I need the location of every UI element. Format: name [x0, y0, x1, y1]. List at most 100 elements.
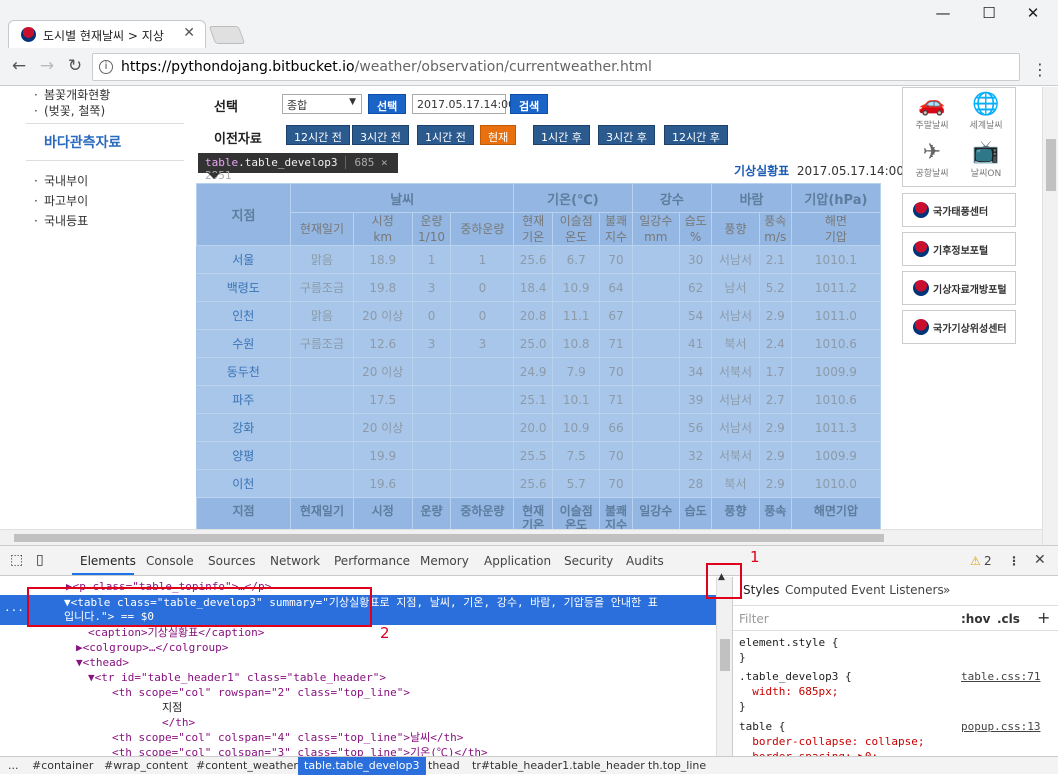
hov-toggle[interactable]: :hov [961, 612, 990, 626]
add-rule-icon[interactable]: + [1037, 608, 1050, 627]
reload-icon[interactable]: ↻ [64, 56, 86, 78]
table-cell: 19.8 [353, 273, 413, 302]
node-colgroup[interactable]: ▶<colgroup>…</colgroup> [76, 640, 228, 655]
portal-open-data[interactable]: 기상자료개방포털 [902, 271, 1016, 305]
rule-property[interactable]: border-collapse: collapse; [752, 735, 924, 748]
search-button[interactable]: 검색 [510, 94, 549, 114]
rule-source-link[interactable]: popup.css:13 [961, 719, 1040, 734]
airplane-icon: ✈ [922, 140, 942, 165]
crumb-more[interactable]: ... [8, 759, 19, 772]
node-caption[interactable]: <caption>기상실황표</caption> [88, 625, 264, 640]
portal-satellite[interactable]: 국가기상위성센터 [902, 310, 1016, 344]
table-cell: 7.9 [552, 357, 601, 386]
tab-security[interactable]: Security [564, 554, 613, 568]
type-select[interactable]: 종합 ▼ [282, 94, 362, 114]
device-toolbar-icon[interactable]: ▯ [36, 552, 44, 568]
station-link[interactable]: 동두천 [196, 357, 291, 386]
tab-memory[interactable]: Memory [420, 554, 469, 568]
node-text-station[interactable]: 지점 [162, 700, 182, 715]
table-cell: 19.9 [353, 441, 413, 470]
rule-property[interactable]: width: 685px; [752, 685, 838, 698]
tab-audits[interactable]: Audits [626, 554, 664, 568]
scroll-thumb[interactable] [720, 639, 730, 671]
minimize-icon[interactable]: — [926, 4, 960, 26]
station-link[interactable]: 파주 [196, 385, 291, 414]
world-weather-link[interactable]: 🌐 세계날씨 [961, 92, 1011, 131]
node-th-weather[interactable]: <th scope="col" colspan="4" class="top_l… [112, 730, 463, 745]
elements-scrollbar[interactable] [716, 577, 732, 757]
tab-network[interactable]: Network [270, 554, 320, 568]
devtools-menu-icon[interactable]: ⋮ [1008, 554, 1020, 568]
tab-event-listeners[interactable]: Event Listeners [851, 583, 944, 597]
crumb-th[interactable]: th.top_line [648, 759, 706, 772]
browser-menu-icon[interactable]: ⋮ [1032, 60, 1048, 79]
more-tabs-icon[interactable]: » [943, 583, 950, 597]
forward-icon[interactable]: → [36, 56, 58, 78]
filter-input[interactable]: Filter [739, 612, 769, 626]
tab-sources[interactable]: Sources [208, 554, 255, 568]
nav-1h-before[interactable]: 1시간 전 [417, 125, 474, 145]
nav-12h-before[interactable]: 12시간 전 [286, 125, 350, 145]
close-window-icon[interactable]: ✕ [1016, 4, 1050, 26]
node-menu-icon[interactable]: ... [4, 601, 24, 614]
node-th-close[interactable]: </th> [162, 715, 195, 730]
page-horizontal-scrollbar[interactable] [0, 529, 1042, 545]
nav-1h-after[interactable]: 1시간 후 [533, 125, 590, 145]
crumb-wrap-content[interactable]: #wrap_content [104, 759, 188, 772]
devtools-close-icon[interactable]: ✕ [1034, 552, 1046, 568]
station-link[interactable]: 서울 [196, 245, 291, 274]
airport-weather-link[interactable]: ✈ 공항날씨 [907, 140, 957, 179]
warning-icon[interactable]: ⚠ [970, 554, 981, 568]
nav-3h-after[interactable]: 3시간 후 [598, 125, 655, 145]
station-link[interactable]: 이천 [196, 469, 291, 498]
nav-current[interactable]: 현재 [480, 125, 517, 145]
sidebar-item-beacon[interactable]: 국내등표 [26, 211, 184, 231]
tab-elements[interactable]: Elements [80, 554, 136, 568]
styles-filter[interactable]: Filter :hov .cls + [733, 605, 1058, 631]
th-repeat: 현재일기 [290, 497, 354, 533]
tab-styles[interactable]: Styles [743, 583, 779, 597]
station-link[interactable]: 백령도 [196, 273, 291, 302]
sidebar-item-buoy[interactable]: 국내부이 [26, 171, 184, 191]
station-link[interactable]: 강화 [196, 413, 291, 442]
new-tab-button[interactable] [208, 26, 246, 44]
station-link[interactable]: 인천 [196, 301, 291, 330]
tab-computed[interactable]: Computed [785, 583, 847, 597]
maximize-icon[interactable]: ☐ [972, 4, 1006, 26]
station-link[interactable]: 양평 [196, 441, 291, 470]
crumb-content-weather[interactable]: #content_weather [196, 759, 298, 772]
rule-source-link[interactable]: table.css:71 [961, 669, 1040, 684]
portal-climate[interactable]: 기후정보포털 [902, 232, 1016, 266]
select-button[interactable]: 선택 [368, 94, 407, 114]
close-tab-icon[interactable]: ✕ [183, 25, 195, 41]
station-link[interactable]: 수원 [196, 329, 291, 358]
node-thead[interactable]: ▼<thead> [76, 655, 129, 670]
crumb-thead[interactable]: thead [428, 759, 460, 772]
browser-tab[interactable]: 도시별 현재날씨 > 지상 ✕ [8, 20, 206, 48]
inspect-element-icon[interactable]: ⬚ [10, 552, 23, 568]
node-tr-header[interactable]: ▼<tr id="table_header1" class="table_hea… [88, 670, 386, 685]
datetime-input[interactable]: 2017.05.17.14:00 [412, 94, 515, 114]
back-icon[interactable]: ← [8, 56, 30, 78]
crumb-tr[interactable]: tr#table_header1.table_header [472, 759, 645, 772]
nav-3h-before[interactable]: 3시간 전 [352, 125, 409, 145]
sidebar-item-flowers[interactable]: 봄꽃개화현황 [26, 87, 184, 103]
sidebar-item-wave-buoy[interactable]: 파고부이 [26, 191, 184, 211]
crumb-table[interactable]: table.table_develop3 [298, 757, 426, 775]
weekend-weather-link[interactable]: 🚗 주말날씨 [907, 92, 957, 131]
nav-12h-after[interactable]: 12시간 후 [664, 125, 728, 145]
page-vertical-scrollbar[interactable] [1042, 87, 1058, 545]
cls-toggle[interactable]: .cls [997, 612, 1020, 626]
sidebar-section-marine[interactable]: 바다관측자료 [26, 123, 184, 161]
tab-application[interactable]: Application [484, 554, 551, 568]
tab-performance[interactable]: Performance [334, 554, 410, 568]
tab-console[interactable]: Console [146, 554, 194, 568]
address-bar[interactable]: i https://pythondojang.bitbucket.io/weat… [92, 53, 1020, 81]
portal-typhoon[interactable]: 국가태풍센터 [902, 193, 1016, 227]
info-icon[interactable]: i [99, 60, 113, 74]
scroll-thumb[interactable] [1046, 139, 1056, 191]
weather-on-link[interactable]: 📺 날씨ON [961, 140, 1011, 179]
scroll-thumb[interactable] [14, 534, 884, 542]
node-th-station[interactable]: <th scope="col" rowspan="2" class="top_l… [112, 685, 410, 700]
crumb-container[interactable]: #container [32, 759, 93, 772]
